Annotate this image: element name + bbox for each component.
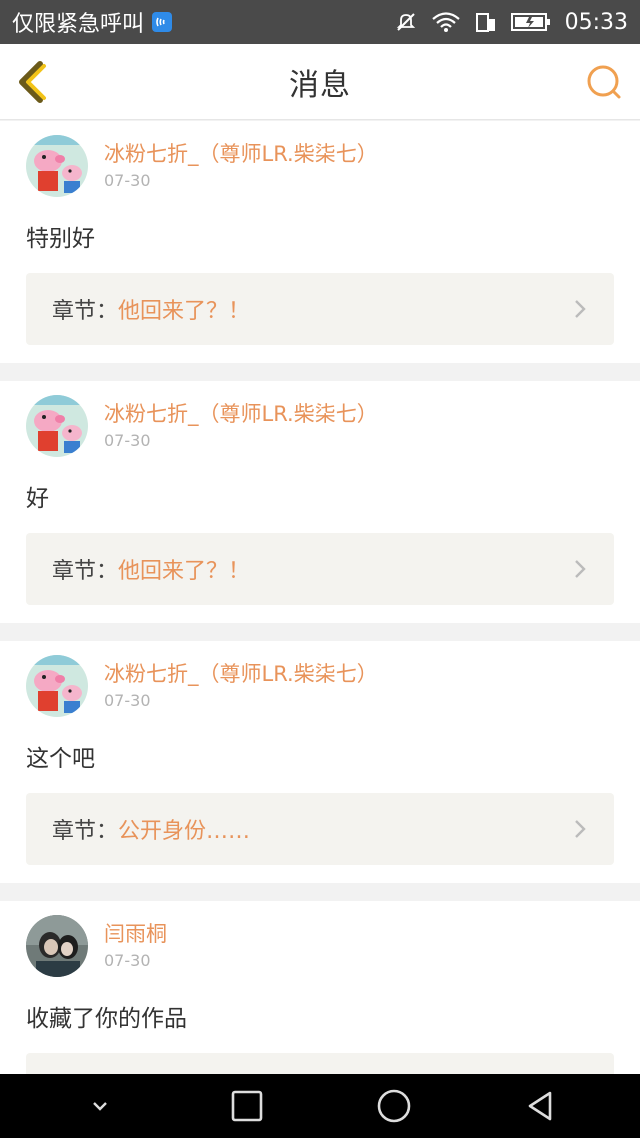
message-date: 07-30 — [104, 951, 151, 970]
message-text: 特别好 — [26, 226, 95, 252]
message-text: 这个吧 — [26, 746, 95, 772]
nfc-icon — [152, 12, 173, 32]
username[interactable]: 闫雨桐 — [104, 919, 167, 949]
chapter-title: 公开身份…… — [118, 819, 251, 844]
nav-recent-button[interactable] — [217, 1076, 277, 1136]
back-icon — [528, 1091, 551, 1121]
photo-avatar-icon — [26, 915, 88, 977]
message-card: 闫雨桐 07-30 收藏了你的作品 — [0, 901, 640, 1074]
page-title: 消息 — [289, 67, 351, 103]
chapter-link[interactable]: 章节： 他回来了？！ — [26, 273, 614, 345]
message-card: 冰粉七折_（尊师LR.柴柒七） 07-30 这个吧 章节： 公开身份…… — [0, 641, 640, 883]
chapter-prefix: 章节： — [52, 559, 119, 584]
app-header: 消息 — [0, 44, 640, 120]
back-chevron-icon[interactable] — [14, 60, 54, 104]
nav-hide-button[interactable] — [70, 1076, 130, 1136]
status-bar: 仅限紧急呼叫 05:33 — [0, 0, 640, 44]
message-date: 07-30 — [104, 691, 151, 710]
peppa-pig-avatar-icon — [26, 135, 88, 197]
message-card: 冰粉七折_（尊师LR.柴柒七） 07-30 特别好 章节： 他回来了？！ — [0, 121, 640, 363]
nav-back-button[interactable] — [511, 1076, 571, 1136]
clock: 05:33 — [564, 9, 628, 35]
mute-icon — [396, 13, 415, 31]
system-nav-bar — [0, 1074, 640, 1138]
chevron-right-icon — [575, 300, 586, 318]
chevron-right-icon — [575, 560, 586, 578]
peppa-pig-avatar-icon — [26, 395, 88, 457]
carrier-text: 仅限紧急呼叫 — [12, 12, 145, 37]
username[interactable]: 冰粉七折_（尊师LR.柴柒七） — [104, 399, 378, 429]
wifi-icon — [431, 12, 460, 32]
chapter-title: 他回来了？！ — [118, 299, 251, 324]
chapter-prefix: 章节： — [52, 299, 119, 324]
nav-home-button[interactable] — [364, 1076, 424, 1136]
message-date: 07-30 — [104, 171, 151, 190]
sim-icon — [475, 13, 495, 32]
avatar[interactable] — [26, 655, 88, 717]
message-date: 07-30 — [104, 431, 151, 450]
avatar[interactable] — [26, 135, 88, 197]
chevron-right-icon — [575, 820, 586, 838]
search-icon[interactable] — [584, 62, 624, 102]
work-link[interactable] — [26, 1053, 614, 1074]
peppa-pig-avatar-icon — [26, 655, 88, 717]
home-icon — [377, 1089, 410, 1123]
recent-apps-icon — [231, 1090, 262, 1122]
battery-icon — [510, 13, 550, 31]
message-text: 好 — [26, 486, 49, 512]
chapter-link[interactable]: 章节： 他回来了？！ — [26, 533, 614, 605]
message-feed[interactable]: 冰粉七折_（尊师LR.柴柒七） 07-30 特别好 章节： 他回来了？！ 冰粉七… — [0, 121, 640, 1074]
username[interactable]: 冰粉七折_（尊师LR.柴柒七） — [104, 139, 378, 169]
chapter-title: 他回来了？！ — [118, 559, 251, 584]
chapter-link[interactable]: 章节： 公开身份…… — [26, 793, 614, 865]
chevron-down-icon — [92, 1102, 107, 1111]
chapter-prefix: 章节： — [52, 819, 119, 844]
message-card: 冰粉七折_（尊师LR.柴柒七） 07-30 好 章节： 他回来了？！ — [0, 381, 640, 623]
message-text: 收藏了你的作品 — [26, 1006, 187, 1032]
username[interactable]: 冰粉七折_（尊师LR.柴柒七） — [104, 659, 378, 689]
avatar[interactable] — [26, 915, 88, 977]
avatar[interactable] — [26, 395, 88, 457]
